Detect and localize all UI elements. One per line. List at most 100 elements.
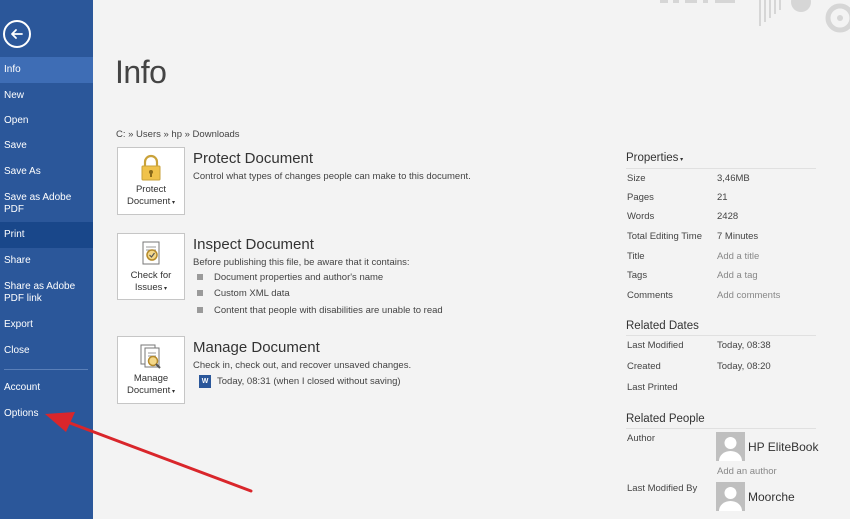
dropdown-caret-icon: ▾ xyxy=(170,389,175,395)
protect-button-line2: Document ▾ xyxy=(127,196,175,207)
bullet-square-icon xyxy=(197,274,203,281)
comments-input[interactable]: Add comments xyxy=(717,290,780,301)
dropdown-caret-icon: ▾ xyxy=(170,200,175,206)
bullet-square-icon xyxy=(197,290,203,297)
manage-document-title: Manage Document xyxy=(193,339,320,356)
nav-item-print[interactable]: Print xyxy=(0,222,93,248)
document-inspect-icon xyxy=(142,241,160,265)
author-label: Author xyxy=(627,433,655,444)
property-label: Total Editing Time xyxy=(627,231,702,242)
author-name: HP EliteBook xyxy=(748,439,819,454)
nav-item-options[interactable]: Options xyxy=(0,401,93,427)
property-value-words: 2428 xyxy=(717,211,739,222)
nav-item-new[interactable]: New xyxy=(0,83,93,108)
word-document-icon: W xyxy=(199,375,211,388)
info-pane: Info C: » Users » hp » Downloads Protect… xyxy=(93,0,850,519)
nav-item-save-as[interactable]: Save As xyxy=(0,159,93,185)
nav-item-label: Save As xyxy=(4,166,41,177)
related-people-heading: Related People xyxy=(626,413,705,425)
file-path-breadcrumb[interactable]: C: » Users » hp » Downloads xyxy=(116,129,240,140)
related-dates-divider xyxy=(626,335,816,336)
add-author-input[interactable]: Add an author xyxy=(717,466,777,477)
last-modified-by-label: Last Modified By xyxy=(627,483,698,494)
manage-document-description: Check in, check out, and recover unsaved… xyxy=(193,360,412,371)
protect-button-line1: Protect xyxy=(135,184,167,195)
nav-item-open[interactable]: Open xyxy=(0,108,93,133)
protect-document-description: Control what types of changes people can… xyxy=(193,171,471,182)
bullet-square-icon xyxy=(197,307,203,314)
document-search-icon xyxy=(140,344,161,369)
version-label: Today, 08:31 (when I closed without savi… xyxy=(217,376,401,387)
nav-item-label: Share xyxy=(4,255,31,266)
last-modified-by-name: Moorche xyxy=(748,489,795,504)
nav-item-label: Options xyxy=(4,408,39,419)
nav-item-label: Info xyxy=(4,64,21,75)
nav-item-share-as-adobe-pdf-link[interactable]: Share as Adobe PDF link xyxy=(0,275,93,311)
lock-key-icon xyxy=(141,154,161,181)
avatar xyxy=(716,432,745,461)
related-dates-heading: Related Dates xyxy=(626,320,699,332)
manage-document-button[interactable]: Manage Document ▾ xyxy=(117,336,185,404)
property-label: Title xyxy=(627,251,645,262)
property-label: Words xyxy=(627,211,655,222)
page-title: Info xyxy=(115,54,167,90)
autosave-version-link[interactable]: W Today, 08:31 (when I closed without sa… xyxy=(199,375,401,388)
property-value-pages: 21 xyxy=(717,192,728,203)
check-button-line1: Check for xyxy=(130,270,172,281)
inspect-document-description: Before publishing this file, be aware th… xyxy=(193,257,410,268)
person-silhouette-icon xyxy=(719,437,742,461)
check-button-line2: Issues ▾ xyxy=(134,282,168,293)
nav-item-save-as-adobe-pdf[interactable]: Save as Adobe PDF xyxy=(0,186,93,222)
property-label: Comments xyxy=(627,290,673,301)
nav-item-label: Open xyxy=(4,114,29,126)
last-modified-by-person[interactable]: Moorche xyxy=(716,482,795,511)
property-label: Size xyxy=(627,173,646,184)
nav-item-save[interactable]: Save xyxy=(0,133,93,159)
manage-button-line1: Manage xyxy=(133,373,169,384)
back-arrow-icon xyxy=(11,29,23,39)
back-button[interactable] xyxy=(3,20,31,48)
manage-button-line2: Document ▾ xyxy=(127,385,175,396)
created-value: Today, 08:20 xyxy=(717,361,771,372)
inspect-bullet-item: Custom XML data xyxy=(197,288,290,299)
person-silhouette-icon xyxy=(719,487,742,511)
title-input[interactable]: Add a title xyxy=(717,251,759,262)
avatar xyxy=(716,482,745,511)
nav-item-close[interactable]: Close xyxy=(0,338,93,364)
properties-divider xyxy=(626,168,816,169)
nav-item-label: Print xyxy=(4,229,25,240)
properties-dropdown[interactable]: Properties ▾ xyxy=(626,152,683,164)
property-label: Last Modified xyxy=(627,340,684,351)
property-value-size: 3,46MB xyxy=(717,173,750,184)
nav-item-label: Share as Adobe PDF link xyxy=(4,281,76,304)
protect-document-title: Protect Document xyxy=(193,150,314,167)
property-value-editing-time: 7 Minutes xyxy=(717,231,759,242)
last-modified-value: Today, 08:38 xyxy=(717,340,771,351)
nav-item-label: Save as Adobe PDF xyxy=(4,192,72,215)
nav-item-share[interactable]: Share xyxy=(0,248,93,274)
nav-item-label: Account xyxy=(4,382,41,393)
related-people-divider xyxy=(626,428,816,429)
dropdown-caret-icon: ▾ xyxy=(162,286,168,292)
nav-item-label: New xyxy=(4,89,25,101)
protect-document-button[interactable]: Protect Document ▾ xyxy=(117,147,185,215)
property-label: Pages xyxy=(627,192,654,203)
nav-item-label: Export xyxy=(4,319,33,330)
nav-divider xyxy=(4,369,88,370)
property-label: Tags xyxy=(627,270,648,281)
inspect-bullet-item: Document properties and author's name xyxy=(197,272,383,283)
nav-item-export[interactable]: Export xyxy=(0,312,93,338)
property-label: Last Printed xyxy=(627,382,678,393)
author-person[interactable]: HP EliteBook xyxy=(716,432,818,461)
inspect-bullet-item: Content that people with disabilities ar… xyxy=(197,305,443,316)
backstage-sidebar: Info New Open Save Save As Save as Adobe… xyxy=(0,0,93,519)
tags-input[interactable]: Add a tag xyxy=(717,270,758,281)
nav-item-info[interactable]: Info xyxy=(0,57,93,83)
dropdown-caret-icon: ▾ xyxy=(678,157,684,163)
check-for-issues-button[interactable]: Check for Issues ▾ xyxy=(117,233,185,300)
nav-item-account[interactable]: Account xyxy=(0,375,93,401)
property-label: Created xyxy=(627,361,661,372)
nav-item-label: Save xyxy=(4,140,27,151)
nav-item-label: Close xyxy=(4,345,30,356)
inspect-document-title: Inspect Document xyxy=(193,236,314,253)
